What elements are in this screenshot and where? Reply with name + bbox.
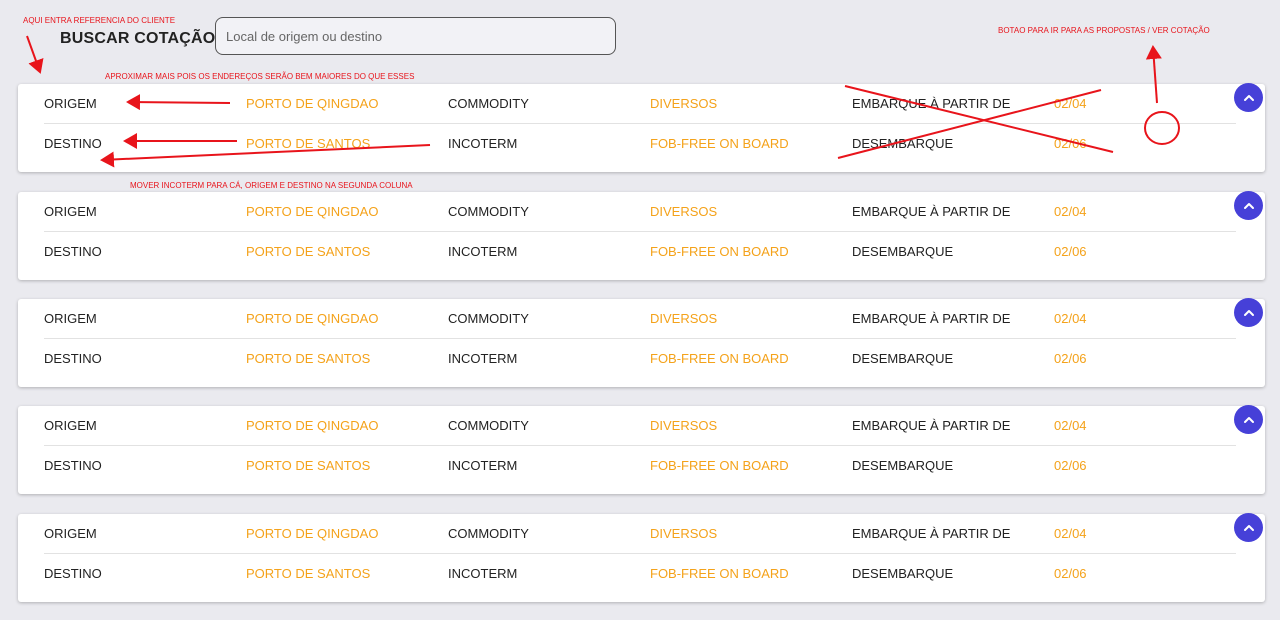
quote-card: ORIGEM PORTO DE QINGDAO COMMODITY DIVERS… [18,191,1265,280]
embarque-value: 02/04 [1054,526,1087,541]
commodity-label: COMMODITY [448,311,529,326]
embarque-label: EMBARQUE À PARTIR DE [852,204,1011,219]
destino-value: PORTO DE SANTOS [246,351,371,366]
commodity-label: COMMODITY [448,526,529,541]
card-row-origin: ORIGEM PORTO DE QINGDAO COMMODITY DIVERS… [18,514,1265,553]
embarque-value: 02/04 [1054,418,1087,433]
expand-toggle-button[interactable] [1234,405,1263,434]
destino-label: DESTINO [44,244,102,259]
destino-value: PORTO DE SANTOS [246,244,371,259]
origem-value: PORTO DE QINGDAO [246,418,379,433]
annotation-proposals-button: BOTAO PARA IR PARA AS PROPOSTAS / VER CO… [998,26,1210,35]
incoterm-value: FOB-FREE ON BOARD [650,136,789,151]
chevron-up-icon [1243,202,1254,209]
origem-value: PORTO DE QINGDAO [246,311,379,326]
expand-toggle-button[interactable] [1234,298,1263,327]
origem-value: PORTO DE QINGDAO [246,526,379,541]
embarque-value: 02/04 [1054,311,1087,326]
incoterm-label: INCOTERM [448,566,518,581]
card-row-origin: ORIGEM PORTO DE QINGDAO COMMODITY DIVERS… [18,84,1265,123]
chevron-up-icon [1243,94,1254,101]
embarque-label: EMBARQUE À PARTIR DE [852,526,1011,541]
chevron-up-icon [1243,309,1254,316]
embarque-value: 02/04 [1054,96,1087,111]
incoterm-value: FOB-FREE ON BOARD [650,566,789,581]
quote-card: ORIGEM PORTO DE QINGDAO COMMODITY DIVERS… [18,405,1265,494]
embarque-label: EMBARQUE À PARTIR DE [852,311,1011,326]
card-row-origin: ORIGEM PORTO DE QINGDAO COMMODITY DIVERS… [18,299,1265,338]
commodity-value: DIVERSOS [650,526,718,541]
origem-label: ORIGEM [44,526,97,541]
incoterm-value: FOB-FREE ON BOARD [650,351,789,366]
desembarque-label: DESEMBARQUE [852,458,954,473]
annotation-arrow [26,35,44,74]
page-title: BUSCAR COTAÇÃO [60,30,216,47]
desembarque-value: 02/06 [1054,351,1087,366]
incoterm-value: FOB-FREE ON BOARD [650,458,789,473]
destino-value: PORTO DE SANTOS [246,566,371,581]
desembarque-value: 02/06 [1054,244,1087,259]
origem-value: PORTO DE QINGDAO [246,96,379,111]
search-input[interactable] [216,18,615,54]
expand-toggle-button[interactable] [1234,513,1263,542]
chevron-up-icon [1243,416,1254,423]
desembarque-label: DESEMBARQUE [852,351,954,366]
commodity-value: DIVERSOS [650,204,718,219]
card-row-destination: DESTINO PORTO DE SANTOS INCOTERM FOB-FRE… [18,554,1265,593]
origem-value: PORTO DE QINGDAO [246,204,379,219]
incoterm-value: FOB-FREE ON BOARD [650,244,789,259]
annotation-client-reference: AQUI ENTRA REFERENCIA DO CLIENTE [23,16,176,25]
commodity-label: COMMODITY [448,204,529,219]
commodity-label: COMMODITY [448,96,529,111]
desembarque-label: DESEMBARQUE [852,566,954,581]
incoterm-label: INCOTERM [448,351,518,366]
destino-label: DESTINO [44,566,102,581]
annotation-bring-closer: APROXIMAR MAIS POIS OS ENDEREÇOS SERÃO B… [105,72,415,81]
desembarque-value: 02/06 [1054,136,1087,151]
commodity-value: DIVERSOS [650,311,718,326]
origem-label: ORIGEM [44,418,97,433]
card-row-origin: ORIGEM PORTO DE QINGDAO COMMODITY DIVERS… [18,192,1265,231]
destino-label: DESTINO [44,136,102,151]
embarque-label: EMBARQUE À PARTIR DE [852,418,1011,433]
destino-label: DESTINO [44,351,102,366]
incoterm-label: INCOTERM [448,136,518,151]
origem-label: ORIGEM [44,96,97,111]
card-row-destination: DESTINO PORTO DE SANTOS INCOTERM FOB-FRE… [18,232,1265,271]
embarque-value: 02/04 [1054,204,1087,219]
annotation-move-incoterm: MOVER INCOTERM PARA CÁ, ORIGEM E DESTINO… [130,181,413,190]
desembarque-value: 02/06 [1054,566,1087,581]
destino-value: PORTO DE SANTOS [246,136,371,151]
desembarque-label: DESEMBARQUE [852,244,954,259]
quote-card: ORIGEM PORTO DE QINGDAO COMMODITY DIVERS… [18,83,1265,172]
origem-label: ORIGEM [44,204,97,219]
embarque-label: EMBARQUE À PARTIR DE [852,96,1011,111]
quote-card: ORIGEM PORTO DE QINGDAO COMMODITY DIVERS… [18,298,1265,387]
expand-toggle-button[interactable] [1234,191,1263,220]
commodity-label: COMMODITY [448,418,529,433]
chevron-up-icon [1243,524,1254,531]
commodity-value: DIVERSOS [650,418,718,433]
quote-card: ORIGEM PORTO DE QINGDAO COMMODITY DIVERS… [18,513,1265,602]
desembarque-value: 02/06 [1054,458,1087,473]
incoterm-label: INCOTERM [448,244,518,259]
card-row-destination: DESTINO PORTO DE SANTOS INCOTERM FOB-FRE… [18,124,1265,163]
card-row-destination: DESTINO PORTO DE SANTOS INCOTERM FOB-FRE… [18,446,1265,485]
card-row-destination: DESTINO PORTO DE SANTOS INCOTERM FOB-FRE… [18,339,1265,378]
desembarque-label: DESEMBARQUE [852,136,954,151]
expand-toggle-button[interactable] [1234,83,1263,112]
destino-value: PORTO DE SANTOS [246,458,371,473]
search-field[interactable] [215,17,616,55]
incoterm-label: INCOTERM [448,458,518,473]
origem-label: ORIGEM [44,311,97,326]
destino-label: DESTINO [44,458,102,473]
commodity-value: DIVERSOS [650,96,718,111]
card-row-origin: ORIGEM PORTO DE QINGDAO COMMODITY DIVERS… [18,406,1265,445]
